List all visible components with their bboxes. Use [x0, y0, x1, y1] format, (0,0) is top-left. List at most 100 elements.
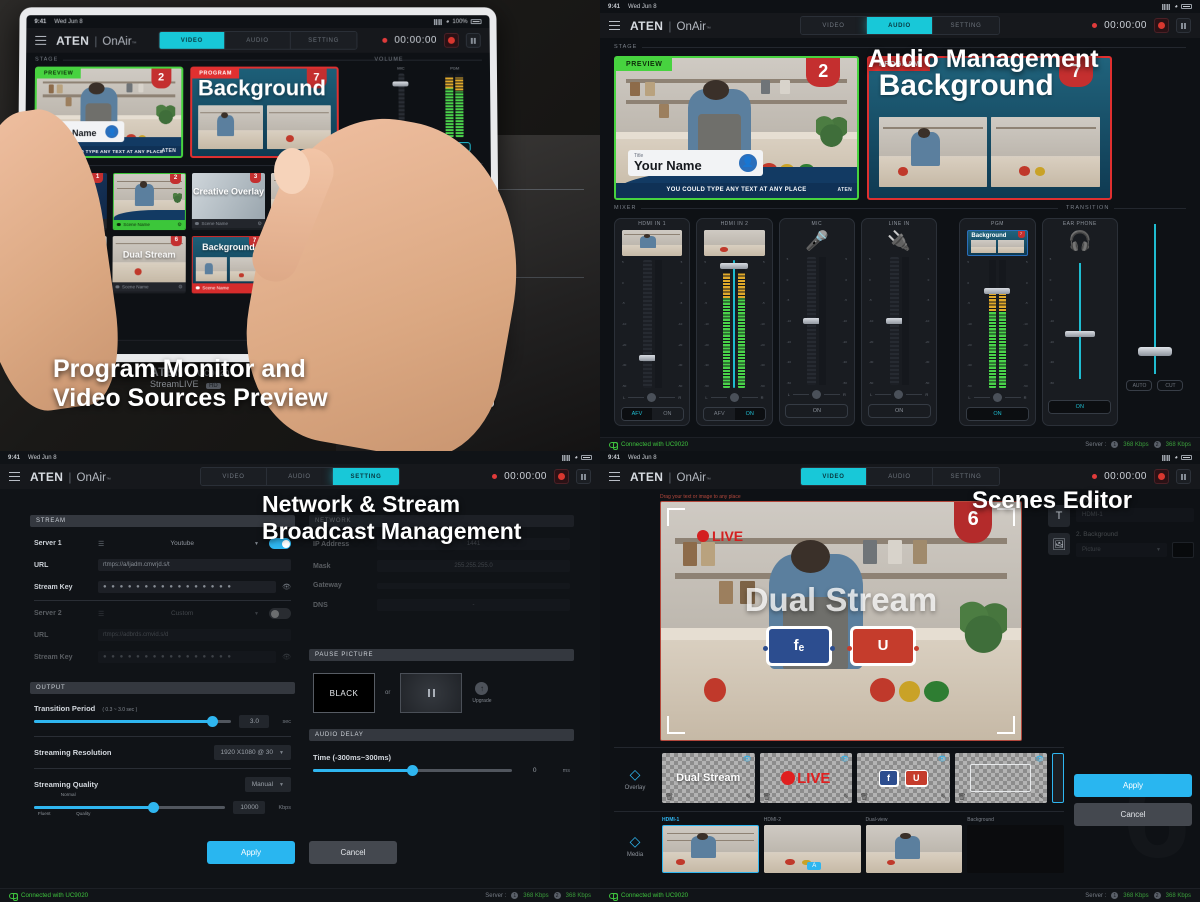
media-item-hdmi-1[interactable]: HDMI-1 — [662, 817, 759, 873]
edit-icon[interactable]: ✎ — [843, 793, 849, 801]
on-button[interactable]: ON — [967, 408, 1028, 420]
trash-icon[interactable]: 🗑 — [958, 793, 967, 801]
upgrade-button[interactable]: ↑ Upgrade — [472, 682, 492, 704]
media-layer-label[interactable]: ◇ Media — [614, 833, 656, 858]
cancel-button[interactable]: Cancel — [1074, 803, 1192, 826]
eye-icon[interactable]: 👁 — [938, 755, 947, 763]
streaming-quality-select[interactable]: Manual ▼ — [244, 777, 291, 792]
edit-icon[interactable]: ✎ — [1038, 793, 1044, 801]
channel-on-toggle[interactable]: ON — [966, 407, 1029, 421]
channel-fader[interactable]: 5 0 -5 -10 -20 -30 -50 — [1046, 257, 1114, 385]
stream-key-field[interactable]: ● ● ● ● ● ● ● ● ● ● ● ● ● ● ● ● — [98, 651, 277, 663]
scene-card-2[interactable]: 2 Scene Name ⚙ — [112, 173, 187, 231]
on-button[interactable]: ON — [1049, 401, 1111, 413]
media-item-background[interactable]: Background — [967, 817, 1064, 873]
eye-icon[interactable]: 👁 — [743, 755, 752, 763]
url-field[interactable]: rtmps://a/ljadm.cmvrjd.s/t — [98, 559, 291, 571]
image-tool-icon[interactable]: 🖼 — [1048, 533, 1070, 555]
channel-pan[interactable]: LR — [865, 390, 933, 399]
chevron-down-icon[interactable]: ▼ — [254, 611, 259, 617]
scene-card-3[interactable]: 3 Creative Overlay Scene Name ⚙ — [191, 173, 266, 231]
tab-video[interactable]: VIDEO — [159, 31, 226, 49]
mixer-channel-line-in[interactable]: LINE IN 🔌 5 0 -5 -10 -20 -30 -50 5 0 -5 -10 -20 -30… — [860, 218, 938, 426]
overlay-item-live[interactable]: 👁 LIVE 🗑 ✎ — [759, 753, 852, 803]
record-button[interactable] — [1154, 18, 1169, 33]
transition-period-value[interactable]: 3.0 — [239, 715, 270, 728]
cut-button[interactable]: CUT — [1157, 380, 1184, 391]
trash-icon[interactable]: 🗑 — [860, 793, 869, 801]
gateway-field[interactable] — [377, 582, 570, 589]
gear-icon[interactable]: ⚙ — [177, 222, 182, 228]
channel-fader[interactable]: 5 0 -5 -10 -20 -30 -50 5 0 -5 -10 -20 -30 -50 — [865, 257, 933, 385]
social-button-facebook[interactable]: fₑ — [763, 625, 835, 666]
audio-delay-value[interactable]: 0 — [520, 764, 550, 777]
mixer-channel-ear-phone[interactable]: EAR PHONE 🎧 50-5-10-20-30-50 L ON — [1041, 218, 1118, 426]
mask-field[interactable]: 255.255.255.0 — [377, 560, 570, 572]
tab-setting[interactable]: SETTING — [933, 17, 999, 34]
media-item-hdmi-2[interactable]: HDMI-2 A — [763, 817, 861, 873]
pause-image-option[interactable] — [400, 673, 463, 713]
tab-setting[interactable]: SETTING — [290, 31, 357, 49]
tab-video[interactable]: VIDEO — [801, 17, 867, 34]
channel-on-toggle[interactable]: ON — [1048, 400, 1112, 414]
scene-card-6[interactable]: 6 Dual Stream Scene Name ⚙ — [112, 236, 186, 294]
overlay-item-frame[interactable]: 👁 🗑 ✎ — [954, 753, 1047, 803]
live-overlay[interactable]: LIVE — [697, 528, 743, 544]
channel-pan[interactable]: LR — [700, 393, 768, 402]
auto-button[interactable]: AUTO — [1126, 380, 1153, 391]
eye-icon[interactable]: 👁 — [1035, 755, 1044, 763]
server-2-platform[interactable]: Custom — [110, 610, 254, 617]
tab-video[interactable]: VIDEO — [201, 468, 267, 485]
media-item-dual-view[interactable]: Dual-view — [865, 817, 963, 873]
on-button[interactable]: ON — [652, 408, 682, 420]
tab-audio[interactable]: AUDIO — [225, 31, 291, 49]
channel-fader[interactable]: 5 0 -5 -10 -20 -30 -50 5 0 -5 -10 -20 -30 -50 — [963, 260, 1031, 388]
channel-afv-on-toggle[interactable]: AFV ON — [620, 407, 684, 421]
streaming-resolution-select[interactable]: 1920 X1080 @ 30 ▼ — [213, 745, 291, 760]
trash-icon[interactable]: 🗑 — [763, 793, 772, 801]
streaming-quality-value[interactable]: 10000 — [233, 801, 266, 814]
reorder-icon[interactable]: ☰ — [98, 540, 104, 548]
channel-fader[interactable]: 5 0 -5 -10 -20 -30 -50 5 0 -5 -10 -20 -30 -50 — [783, 257, 851, 385]
streaming-quality-slider[interactable] — [34, 802, 226, 813]
menu-icon[interactable] — [609, 21, 620, 30]
on-button[interactable]: ON — [869, 405, 930, 417]
tab-video[interactable]: VIDEO — [801, 468, 867, 485]
chevron-down-icon[interactable]: ▼ — [254, 541, 259, 547]
menu-icon[interactable] — [609, 472, 620, 481]
channel-afv-on-toggle[interactable]: AFV ON — [703, 407, 766, 421]
overlay-item-social[interactable]: 👁 f U 🗑 ✎ — [857, 753, 950, 803]
mixer-channel-pgm[interactable]: PGM Background 7 5 0 -5 -10 -20 -30 -50 5 0 -5 -1… — [959, 218, 1036, 426]
tab-audio[interactable]: AUDIO — [867, 468, 933, 485]
mixer-channel-mic[interactable]: MIC 🎤 5 0 -5 -10 -20 -30 -50 5 0 -5 -10 -20 -30 -50 … — [778, 218, 855, 426]
record-button[interactable] — [1154, 469, 1169, 484]
tab-setting[interactable]: SETTING — [933, 468, 999, 485]
menu-icon[interactable] — [35, 35, 47, 45]
record-button[interactable] — [554, 469, 569, 484]
channel-fader[interactable]: 5 0 -5 -10 -20 -30 -50 5 0 -5 -10 -20 -30 -50 — [700, 260, 768, 388]
menu-icon[interactable] — [9, 472, 20, 481]
channel-on-toggle[interactable]: ON — [867, 404, 931, 418]
scene-canvas[interactable]: LIVE 6 Dual Stream fₑ U — [660, 501, 1022, 741]
mixer-channel-hdmi-in-2[interactable]: HDMI IN 2 5 0 -5 -10 -20 -30 -50 5 0 -5 -10 -20 -30… — [696, 218, 773, 426]
crop-handle-bottom-right[interactable] — [997, 716, 1015, 734]
trash-icon[interactable]: 🗑 — [665, 793, 674, 801]
chevron-down-icon[interactable]: ▼ — [1156, 547, 1161, 553]
transition-period-slider[interactable] — [34, 716, 232, 727]
url-field[interactable]: rtmps://adbrds.cmvid.s/d — [98, 629, 291, 641]
pause-button[interactable] — [1176, 469, 1191, 484]
scene-title-overlay[interactable]: Dual Stream — [661, 581, 1021, 619]
tab-audio[interactable]: AUDIO — [267, 468, 333, 485]
gear-icon[interactable]: ⚙ — [258, 221, 262, 227]
overlay-item-text[interactable]: 👁 Dual Stream 🗑 ✎ — [662, 753, 755, 803]
preview-monitor[interactable]: PREVIEW 2 Title Your Name 👤 YOU COULD TY… — [614, 56, 859, 200]
eye-icon[interactable]: 👁 — [282, 653, 291, 661]
tab-setting[interactable]: SETTING — [333, 468, 399, 485]
apply-button[interactable]: Apply — [207, 841, 295, 864]
edit-icon[interactable]: ✎ — [746, 793, 752, 801]
overlay-add-item[interactable] — [1052, 753, 1064, 803]
pause-black-option[interactable]: BLACK — [313, 673, 375, 713]
tab-audio[interactable]: AUDIO — [867, 17, 933, 34]
audio-delay-slider[interactable] — [313, 765, 512, 776]
social-button-u[interactable]: U — [847, 625, 919, 666]
